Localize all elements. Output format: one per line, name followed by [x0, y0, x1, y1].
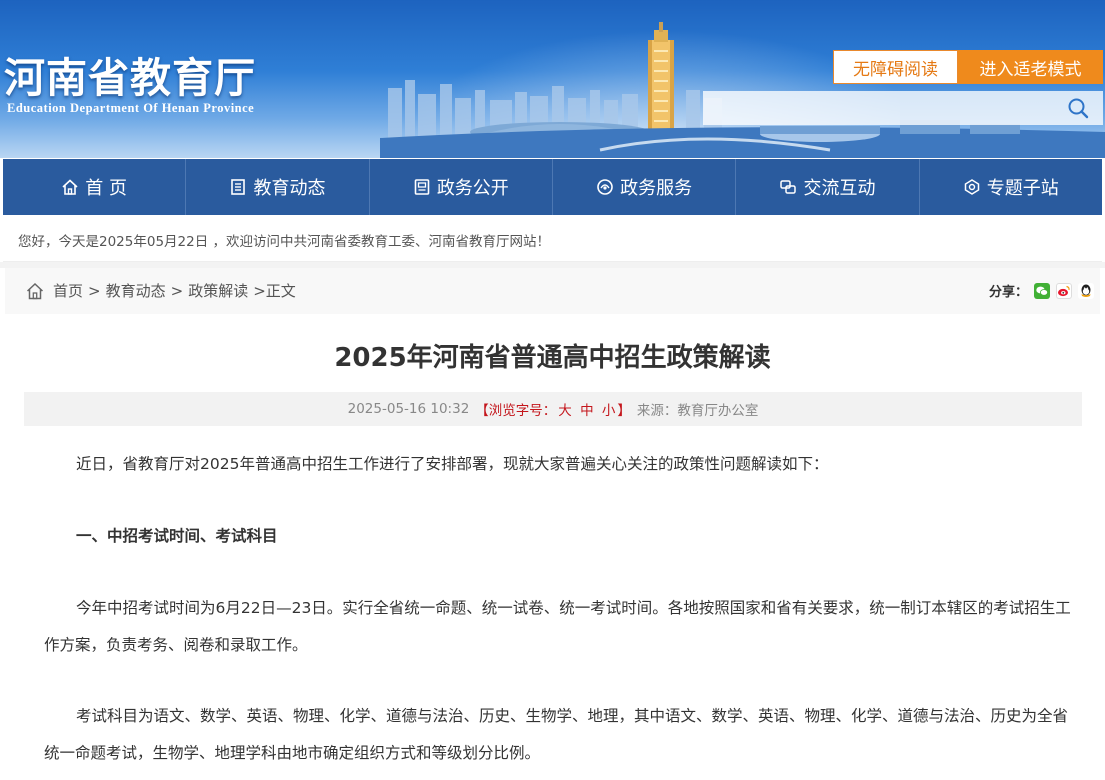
share-label: 分享： [988, 285, 1028, 300]
nav-item-gov-info[interactable]: 政务公开 [370, 159, 553, 215]
breadcrumb-news-link[interactable]: 教育动态 [106, 280, 166, 301]
nav-item-news[interactable]: 教育动态 [186, 159, 370, 215]
wechat-icon [1036, 286, 1048, 296]
font-size-large-button[interactable]: 大 [558, 403, 572, 419]
home-icon [26, 282, 44, 299]
font-size-label-close: 】 [617, 403, 631, 419]
share-wechat-button[interactable] [1034, 282, 1050, 299]
site-title: 河南省教育厅 [4, 54, 256, 102]
breadcrumb-bar: 首页 > 教育动态 > 政策解读 >正文 分享： [5, 268, 1100, 314]
breadcrumb-separator: > [170, 281, 184, 300]
nav-item-interaction[interactable]: 交流互动 [736, 159, 920, 215]
nav-item-label: 政务服务 [620, 178, 693, 199]
breadcrumb-home-link[interactable]: 首页 [53, 280, 83, 301]
breadcrumb-current: >正文 [253, 282, 296, 300]
font-size-medium-button[interactable]: 中 [580, 403, 594, 419]
font-size-control: 【浏览字号：大 中 小】 [475, 399, 631, 419]
welcome-text: 您好，今天是2025年05月22日 ，欢迎访问中共河南省委教育工委、河南省教育厅… [18, 234, 551, 250]
breadcrumb: 首页 > 教育动态 > 政策解读 >正文 [25, 280, 296, 301]
article-meta: 2025-05-16 10:32 【浏览字号：大 中 小】 来源：教育厅办公室 [24, 392, 1082, 426]
nav-item-label: 首 页 [85, 178, 128, 199]
nav-item-label: 交流互动 [803, 178, 876, 199]
font-size-label: 【浏览字号： [475, 403, 557, 419]
nav-item-label: 教育动态 [253, 178, 326, 199]
nav-item-label: 专题子站 [986, 178, 1059, 199]
elder-mode-button[interactable]: 进入适老模式 [958, 50, 1103, 84]
weibo-icon [1058, 285, 1070, 296]
share-qq-button[interactable] [1078, 282, 1094, 299]
home-icon [62, 179, 78, 195]
qq-icon [1081, 284, 1091, 297]
search-input[interactable] [703, 91, 1063, 125]
main-nav: 首 页 教育动态 政务公开 政务服务 交流互动 专题子站 [3, 159, 1102, 215]
font-size-small-button[interactable]: 小 [602, 403, 616, 419]
article-paragraph: 近日，省教育厅对2025年普通高中招生工作进行了安排部署，现就大家普遍关心关注的… [76, 455, 829, 473]
document-icon [414, 179, 430, 195]
article-paragraph: 今年中招考试时间为6月22日—23日。实行全省统一命题、统一试卷、统一考试时间。… [44, 599, 1071, 654]
share-weibo-button[interactable] [1056, 282, 1072, 299]
nav-item-gov-service[interactable]: 政务服务 [553, 159, 737, 215]
article-date: 2025-05-16 10:32 [347, 401, 470, 417]
nav-item-topics[interactable]: 专题子站 [920, 159, 1102, 215]
article-source: 来源：教育厅办公室 [636, 403, 759, 419]
news-icon [231, 179, 246, 195]
nav-item-home[interactable]: 首 页 [3, 159, 187, 215]
nav-item-label: 政务公开 [436, 178, 509, 199]
breadcrumb-separator: > [88, 281, 101, 300]
topic-icon [964, 179, 980, 195]
interaction-icon [780, 180, 797, 194]
accessibility-reading-button[interactable]: 无障碍阅读 [833, 50, 958, 84]
article-title: 2025年河南省普通高中招生政策解读 [334, 343, 771, 373]
site-subtitle: Education Department Of Henan Province [7, 101, 255, 115]
breadcrumb-policy-link[interactable]: 政策解读 [188, 280, 248, 301]
welcome-strip: 您好，今天是2025年05月22日 ，欢迎访问中共河南省委教育工委、河南省教育厅… [3, 215, 1102, 262]
service-icon [597, 179, 613, 195]
article-paragraph: 考试科目为语文、数学、英语、物理、化学、道德与法治、历史、生物学、地理，其中语文… [44, 707, 1069, 762]
article-section-heading: 一、中招考试时间、考试科目 [76, 527, 278, 545]
site-header: 河南省教育厅 Education Department Of Henan Pro… [0, 0, 1105, 158]
search-button[interactable] [1063, 93, 1093, 123]
search-icon [1068, 98, 1089, 119]
share-bar: 分享： [989, 281, 1094, 300]
